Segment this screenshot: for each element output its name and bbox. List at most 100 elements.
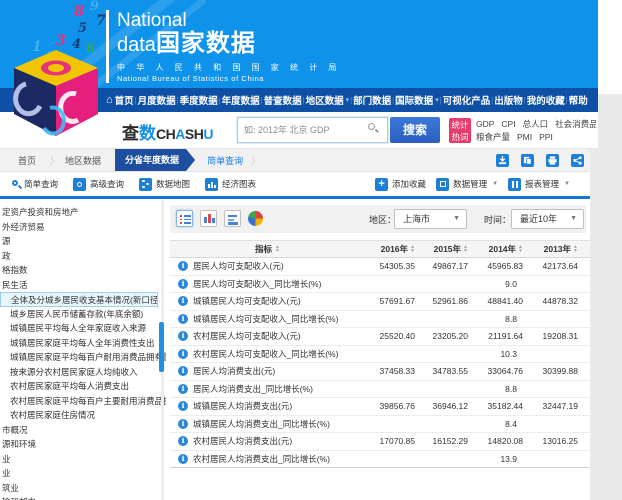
nav-item-label: 可视化产品 [443,93,491,107]
info-icon[interactable]: i [178,314,188,324]
sidebar-sub-item[interactable]: 农村居民家庭平均每百户主要耐用消费品拥有量 [0,394,166,409]
sidebar-sub-item[interactable]: 城镇居民家庭平均每人全年消费性支出 [0,336,166,351]
pie-chart-view-icon[interactable] [248,211,263,226]
search-icon[interactable] [368,123,377,132]
indicator-sidebar: 定资产投资和房地产外经济贸易源政格指数民生活全体及分城乡居民收支基本情况(新口径… [0,200,166,500]
sidebar-sub-item[interactable]: 全体及分城乡居民收支基本情况(新口径) [0,292,158,307]
sidebar-category-item[interactable]: 民生活 [0,278,166,293]
breadcrumb-current[interactable]: 简单查询 [207,154,243,167]
info-icon[interactable]: i [178,419,188,429]
info-icon[interactable]: i [178,261,188,271]
sidebar-category-item[interactable]: 市概况 [0,423,166,438]
table-row: i城镇居民人均消费支出(元)39856.7636946.1235182.4432… [170,398,590,416]
search-input[interactable] [237,117,388,143]
time-select[interactable]: 最近10年 ▼ [511,209,584,229]
add-favorite-button[interactable]: + 添加收藏 [375,178,426,191]
site-logo[interactable]: National data国家数据 中 华 人 民 共 和 国 国 家 统 计 … [106,10,341,83]
hot-word[interactable]: CPI [501,119,515,129]
indicator-label: 城镇居民人均消费支出_同比增长(%) [193,418,330,430]
nav-separator: | [135,96,137,105]
decor-digit: 8 [74,4,84,19]
copy-icon[interactable] [521,154,534,167]
indicator-label: 居民人均消费支出(元) [193,365,275,377]
nav-item-4[interactable]: 年度数据 [222,93,260,107]
nav-separator: | [350,96,352,105]
info-icon[interactable]: i [178,436,188,446]
sidebar-category-item[interactable]: 源和环境 [0,437,166,452]
value-cell: 19208.31 [523,331,578,341]
nav-item-11[interactable]: 我的收藏 [527,93,565,107]
nav-item-7[interactable]: 部门数据 [353,93,391,107]
sidebar-category-item[interactable]: 外经济贸易 [0,220,166,235]
sort-icon[interactable]: ▲▼ [573,245,578,253]
nav-item-1[interactable]: ⌂首页 [106,93,134,107]
hot-word[interactable]: 粮食产量 [476,132,510,142]
region-select[interactable]: 上海市 ▼ [394,209,467,229]
nav-item-6[interactable]: 地区数据▾ [306,93,350,107]
print-icon[interactable] [546,154,559,167]
nav-item-8[interactable]: 国际数据▾ [395,93,439,107]
tab-simple-query[interactable]: 简单查询 [12,178,58,190]
info-icon[interactable]: i [178,279,188,289]
table-row: i城镇居民人均消费支出_同比增长(%)8.4 [170,416,590,434]
hot-word[interactable]: 社会消费品零售总额 [555,119,596,129]
sidebar-category-item[interactable]: 格指数 [0,263,166,278]
sidebar-category-item[interactable]: 输和邮电 [0,495,166,500]
breadcrumb-region-data[interactable]: 地区数据 [65,154,101,167]
info-icon[interactable]: i [178,366,188,376]
hot-word[interactable]: PMI [517,132,532,142]
search-button[interactable]: 搜索 [390,117,440,143]
nav-item-label: 帮助 [569,93,588,107]
bar-chart-view-icon[interactable] [200,210,217,227]
value-cell: 16152.29 [415,436,468,446]
nav-item-3[interactable]: 季度数据 [180,93,218,107]
logo-line2: data国家数据 [117,31,341,58]
share-icon[interactable] [571,154,584,167]
download-icon[interactable] [496,154,509,167]
hot-word[interactable]: 总人口 [523,119,549,129]
hbar-chart-view-icon[interactable] [224,210,241,227]
table-body: i居民人均可支配收入(元)54305.3549867.1745965.83421… [170,258,590,468]
nav-item-10[interactable]: 出版物 [494,93,523,107]
page-right-strip [598,94,622,500]
sidebar-sub-item[interactable]: 农村居民家庭平均每人消费支出 [0,379,166,394]
data-manage-icon [436,178,449,191]
info-icon[interactable]: i [178,331,188,341]
nav-item-2[interactable]: 月度数据 [138,93,176,107]
nav-separator: | [524,96,526,105]
sidebar-sub-item[interactable]: 农村居民家庭住房情况 [0,408,166,423]
nav-item-9[interactable]: 可视化产品 [443,93,491,107]
sidebar-sub-item[interactable]: 按来源分农村居民家庭人均纯收入 [0,365,166,380]
tab-economic-charts[interactable]: 经济图表 [205,178,256,191]
sidebar-category-item[interactable]: 业 [0,466,166,481]
nav-item-5[interactable]: 普查数据 [264,93,302,107]
tab-advanced-query[interactable]: 高级查询 [73,178,124,191]
info-icon[interactable]: i [178,454,188,464]
info-icon[interactable]: i [178,296,188,306]
data-manage-menu[interactable]: 数据管理 ▼ [436,178,498,191]
nav-item-label: 月度数据 [138,93,176,107]
indicator-label: 城镇居民人均消费支出(元) [193,400,292,412]
breadcrumb-home[interactable]: 首页 [18,154,36,167]
sidebar-sub-item[interactable]: 城镇居民平均每人全年家庭收入来源 [0,321,166,336]
hot-word[interactable]: PPI [539,132,553,142]
report-manage-menu[interactable]: 报表管理 ▼ [508,178,570,191]
sort-icon[interactable]: ▲▼ [275,245,280,253]
tab-data-map[interactable]: 数据地图 [139,178,190,191]
sidebar-sub-item[interactable]: 城乡居民人民币储蓄存款(年底余额) [0,307,166,322]
sidebar-category-item[interactable]: 业 [0,452,166,467]
breadcrumb-active-tab[interactable]: 分省年度数据 [115,149,195,171]
sidebar-sub-item[interactable]: 城镇居民家庭平均每百户耐用消费品拥有量 [0,350,166,365]
info-icon[interactable]: i [178,349,188,359]
info-icon[interactable]: i [178,384,188,394]
sidebar-scrollbar-thumb[interactable] [159,322,164,372]
hot-word[interactable]: GDP [476,119,494,129]
indicator-cell: i居民人均消费支出_同比增长(%) [178,383,357,395]
sidebar-category-item[interactable]: 筑业 [0,481,166,496]
sidebar-category-item[interactable]: 定资产投资和房地产 [0,205,166,220]
sidebar-category-item[interactable]: 源 [0,234,166,249]
list-view-icon[interactable] [176,210,193,227]
sidebar-category-item[interactable]: 政 [0,249,166,264]
info-icon[interactable]: i [178,401,188,411]
nav-item-12[interactable]: 帮助 [569,93,588,107]
